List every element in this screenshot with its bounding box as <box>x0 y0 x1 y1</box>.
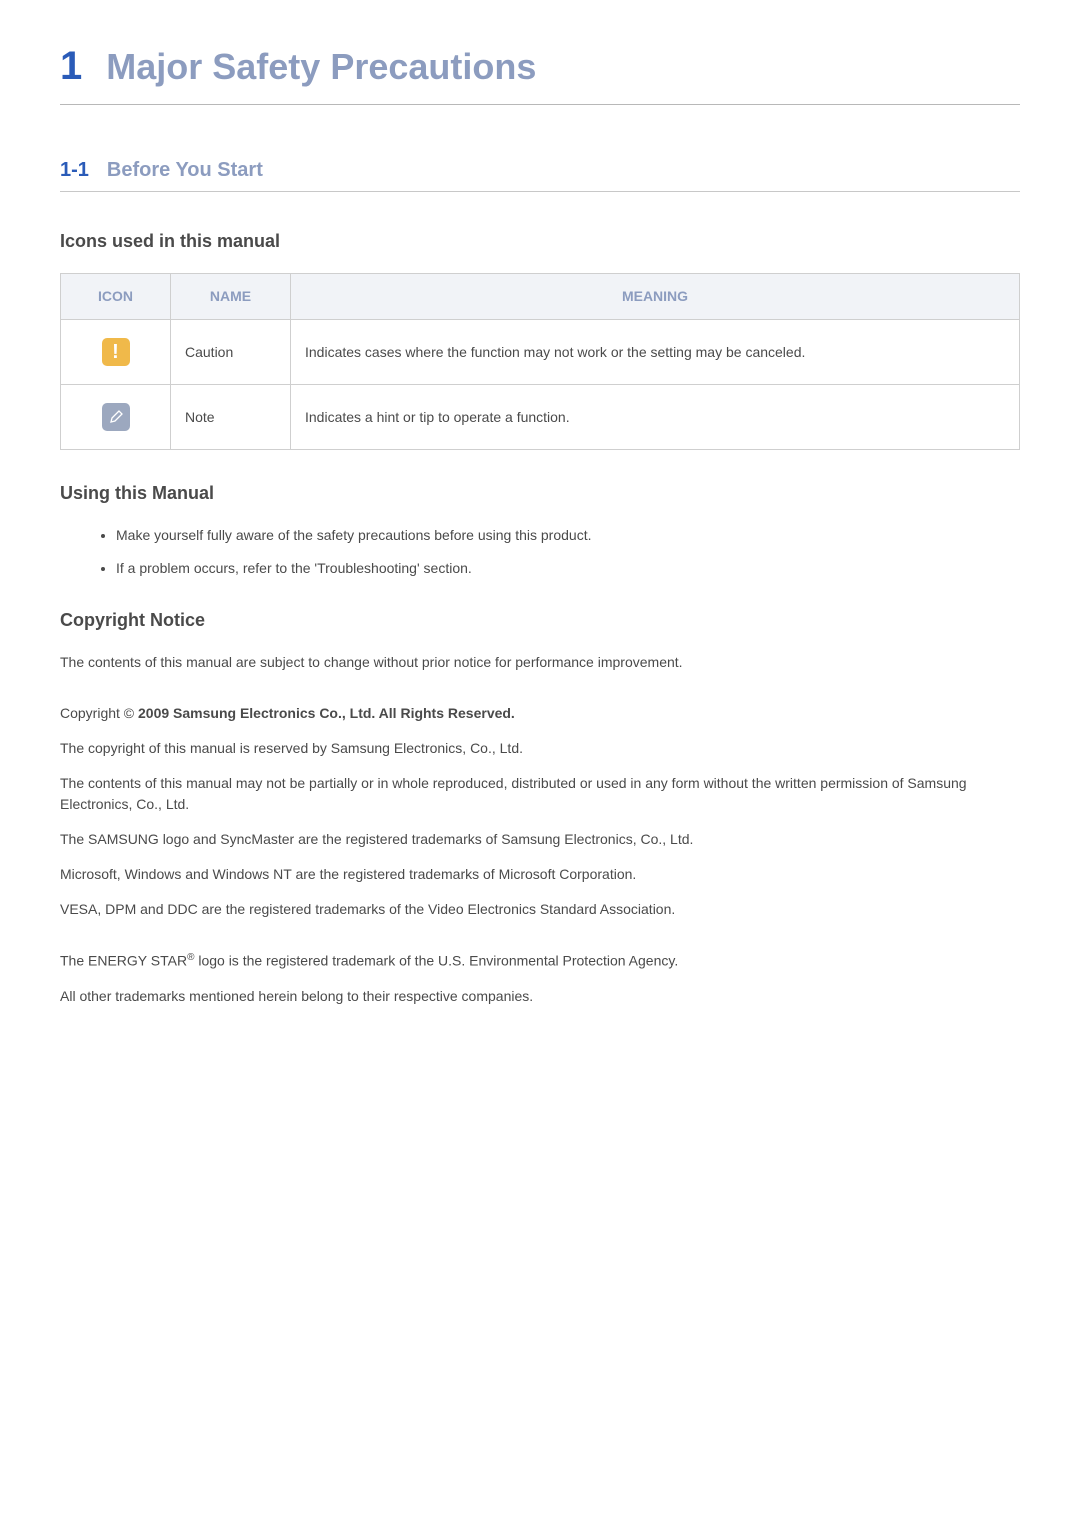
copyright-para: The contents of this manual may not be p… <box>60 773 1020 815</box>
copyright-intro: The contents of this manual are subject … <box>60 652 1020 673</box>
table-row: Note Indicates a hint or tip to operate … <box>61 385 1020 450</box>
copyright-prefix: Copyright © <box>60 705 138 721</box>
caution-icon: ! <box>102 338 130 366</box>
list-item: If a problem occurs, refer to the 'Troub… <box>116 558 1020 579</box>
meaning-cell: Indicates a hint or tip to operate a fun… <box>291 385 1020 450</box>
meaning-cell: Indicates cases where the function may n… <box>291 320 1020 385</box>
section-number: 1-1 <box>60 155 89 185</box>
chapter-number: 1 <box>60 36 82 96</box>
using-manual-list: Make yourself fully aware of the safety … <box>60 525 1020 579</box>
copyright-para: Microsoft, Windows and Windows NT are th… <box>60 864 1020 885</box>
icons-heading: Icons used in this manual <box>60 228 1020 255</box>
copyright-bold: 2009 Samsung Electronics Co., Ltd. All R… <box>138 705 515 721</box>
energy-star-post: logo is the registered trademark of the … <box>194 953 678 969</box>
copyright-para: VESA, DPM and DDC are the registered tra… <box>60 899 1020 920</box>
chapter-header: 1 Major Safety Precautions <box>60 36 1020 105</box>
energy-star-pre: The ENERGY STAR <box>60 953 187 969</box>
chapter-title: Major Safety Precautions <box>106 40 536 94</box>
copyright-para: The copyright of this manual is reserved… <box>60 738 1020 759</box>
note-icon <box>102 403 130 431</box>
copyright-line: Copyright © 2009 Samsung Electronics Co.… <box>60 703 1020 724</box>
copyright-para: The SAMSUNG logo and SyncMaster are the … <box>60 829 1020 850</box>
th-icon: ICON <box>61 274 171 320</box>
name-cell: Note <box>171 385 291 450</box>
energy-star-line: The ENERGY STAR® logo is the registered … <box>60 950 1020 972</box>
table-header-row: ICON NAME MEANING <box>61 274 1020 320</box>
th-meaning: MEANING <box>291 274 1020 320</box>
name-cell: Caution <box>171 320 291 385</box>
th-name: NAME <box>171 274 291 320</box>
copyright-final: All other trademarks mentioned herein be… <box>60 986 1020 1007</box>
using-manual-heading: Using this Manual <box>60 480 1020 507</box>
icon-cell <box>61 385 171 450</box>
table-row: ! Caution Indicates cases where the func… <box>61 320 1020 385</box>
list-item: Make yourself fully aware of the safety … <box>116 525 1020 546</box>
icons-table: ICON NAME MEANING ! Caution Indicates ca… <box>60 273 1020 450</box>
section-header: 1-1 Before You Start <box>60 155 1020 192</box>
icon-cell: ! <box>61 320 171 385</box>
section-title: Before You Start <box>107 155 263 185</box>
copyright-heading: Copyright Notice <box>60 607 1020 634</box>
